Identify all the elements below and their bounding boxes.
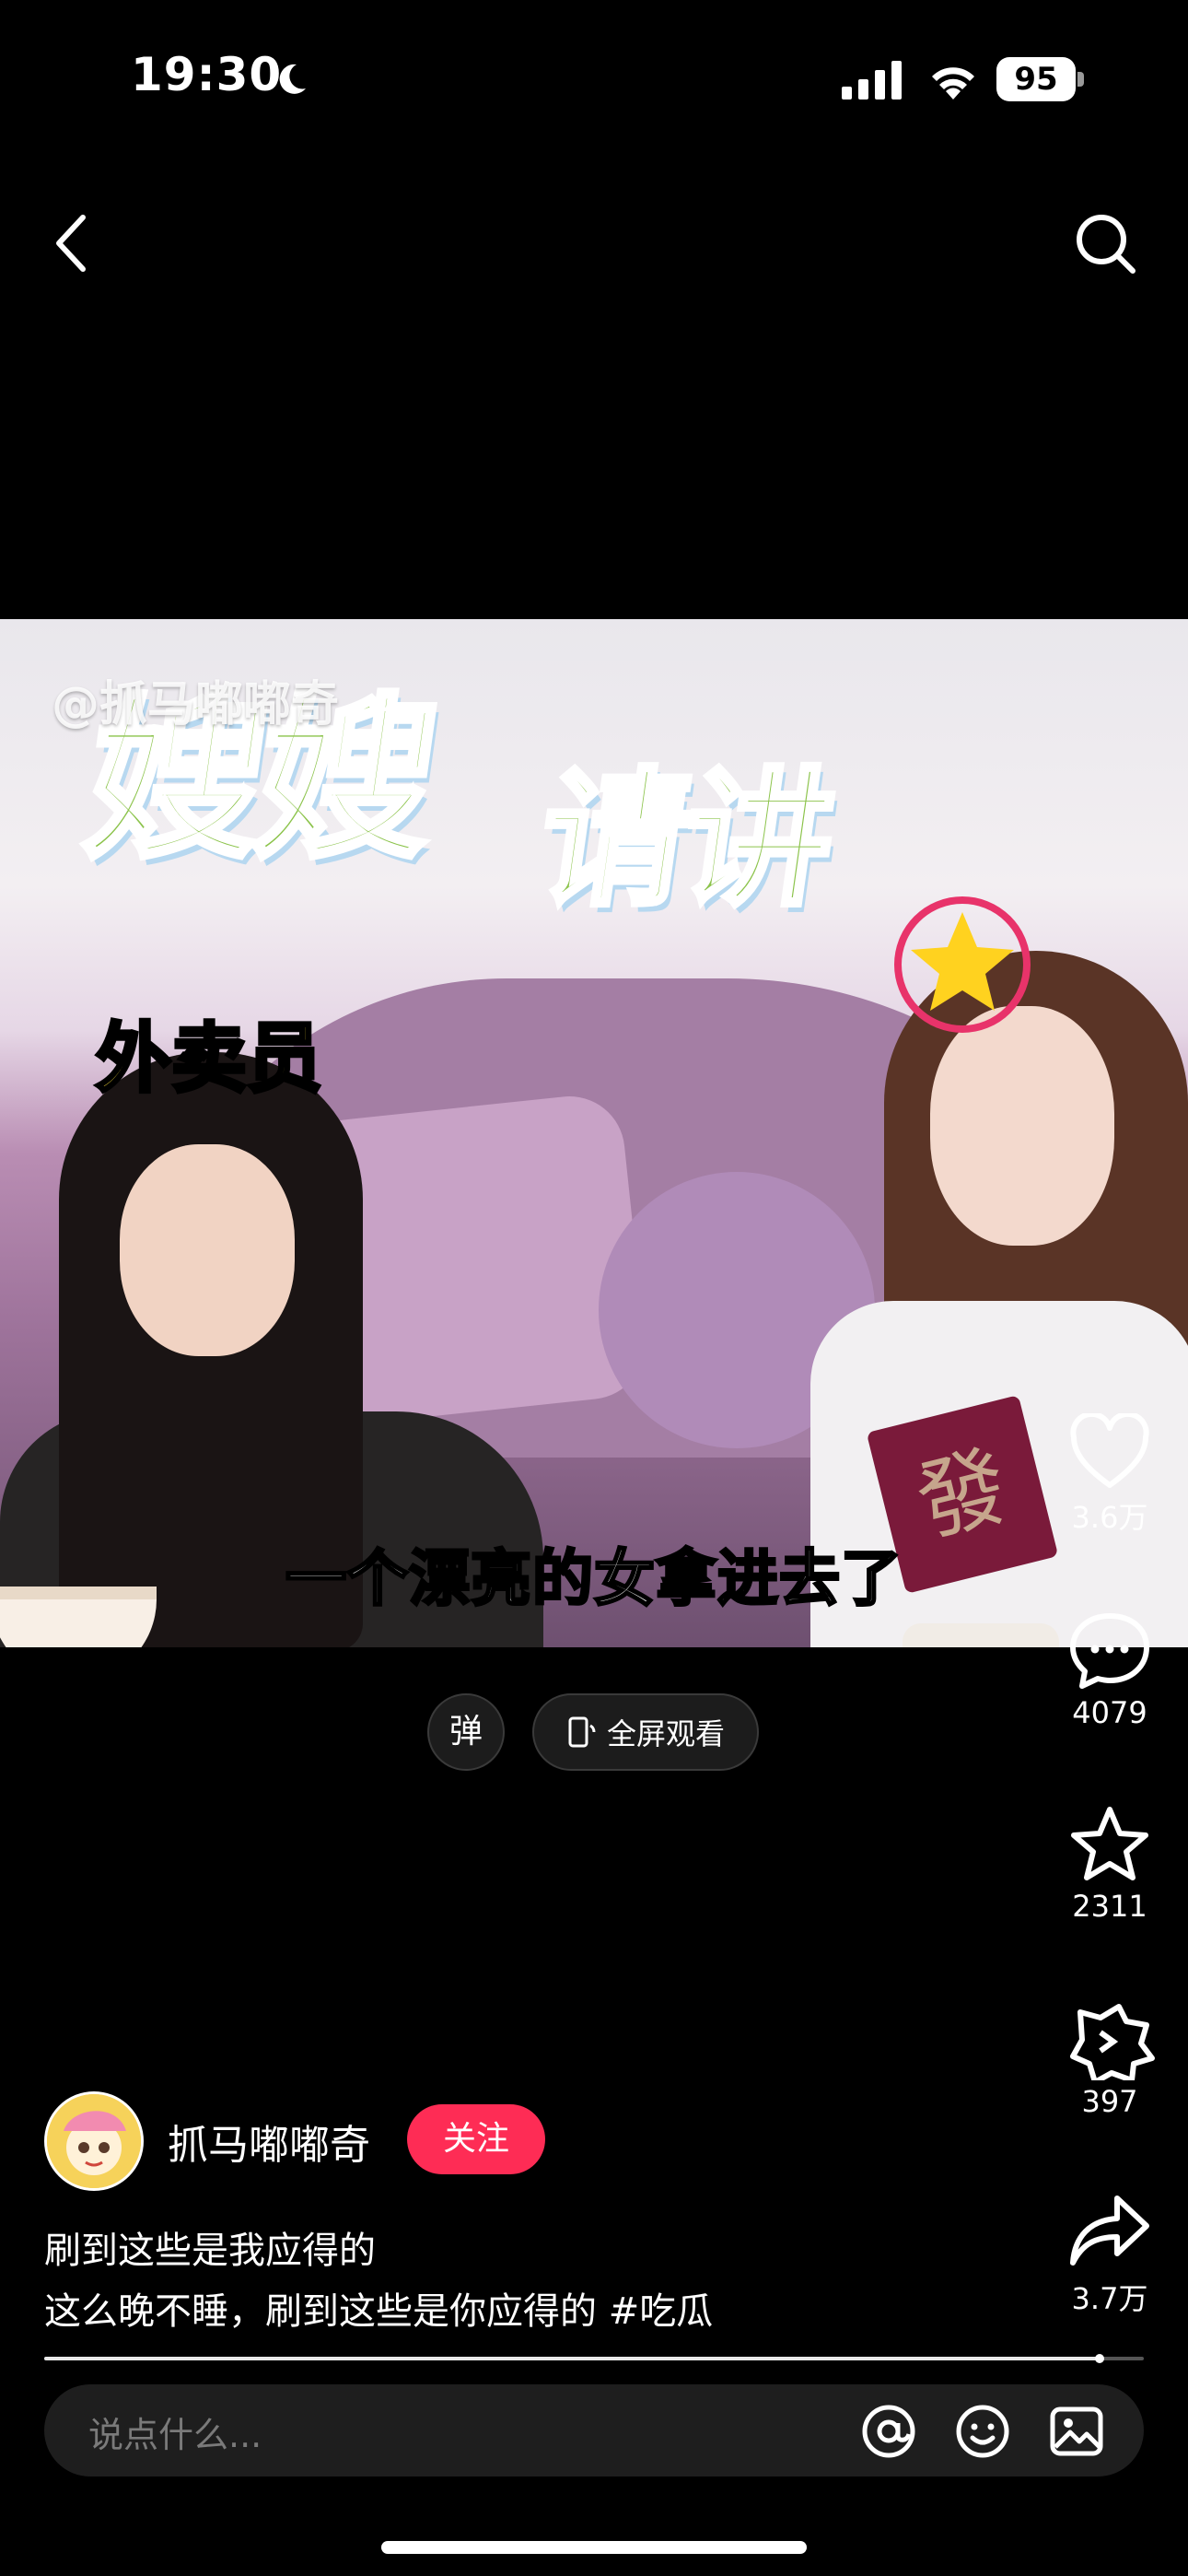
speaker-label: 外卖员 (94, 1013, 324, 1105)
at-mention-icon[interactable] (860, 2403, 917, 2460)
status-time: 19:30 (131, 48, 283, 101)
comment-button[interactable]: 4079 (1050, 1610, 1170, 1730)
emoji-icon[interactable] (954, 2403, 1011, 2460)
caption-text: 这么晚不睡，刷到这些是你应得的 (44, 2290, 609, 2333)
like-button[interactable]: 3.6万 (1050, 1413, 1170, 1537)
show-title-line2: 请讲 (527, 751, 844, 929)
hashtag-link[interactable]: #吃瓜 (609, 2290, 714, 2333)
cup (903, 1623, 1059, 1647)
progress-knob[interactable] (1095, 2354, 1105, 2363)
battery-indicator: 95 (996, 57, 1085, 101)
heart-icon (1070, 1413, 1149, 1488)
caption-line-1: 刷到这些是我应得的 (44, 2230, 376, 2272)
video-player[interactable]: 發 嫂嫂 请讲 @抓马嘟嘟奇 外卖员 一个漂亮的女拿进去了 (0, 619, 1188, 1647)
favorite-count: 2311 (1072, 1889, 1147, 1924)
like-count: 3.6万 (1071, 1500, 1148, 1535)
topic-button[interactable]: 397 (1050, 1999, 1170, 2119)
caption-line-2: 这么晚不睡，刷到这些是你应得的 #吃瓜 (44, 2281, 713, 2335)
comment-count: 4079 (1072, 1695, 1147, 1730)
share-count: 3.7万 (1071, 2281, 1148, 2316)
search-button[interactable] (1072, 210, 1138, 276)
star-icon (1071, 1807, 1148, 1880)
image-picker-icon[interactable] (1048, 2403, 1105, 2460)
home-indicator[interactable] (381, 2541, 807, 2554)
wifi-icon (932, 67, 974, 100)
star-decoration-icon (894, 896, 1031, 1033)
comment-input[interactable]: 说点什么... (88, 2406, 262, 2457)
follow-button[interactable]: 关注 (407, 2104, 545, 2174)
left-person-face (120, 1144, 295, 1356)
favorite-button[interactable]: 2311 (1050, 1804, 1170, 1924)
fullscreen-label: 全屏观看 (606, 1716, 725, 1751)
back-button[interactable] (46, 208, 98, 278)
comment-icon (1070, 1613, 1149, 1689)
video-watermark: @抓马嘟嘟奇 (52, 677, 340, 732)
fullscreen-button[interactable]: 全屏观看 (532, 1693, 759, 1771)
topic-count: 397 (1081, 2084, 1138, 2119)
avatar-cartoon-icon (47, 2094, 141, 2188)
right-person-face (930, 1006, 1114, 1246)
progress-fill (44, 2357, 1101, 2360)
battery-level: 95 (996, 57, 1076, 101)
moon-icon (279, 64, 306, 94)
rotate-screen-icon (568, 1716, 596, 1748)
video-subtitle: 一个漂亮的女拿进去了 (285, 1542, 903, 1616)
share-arrow-icon (1070, 2195, 1149, 2266)
author-avatar[interactable] (44, 2091, 144, 2191)
tag-sticker-icon (1070, 2004, 1155, 2080)
share-button[interactable]: 3.7万 (1050, 2191, 1170, 2318)
video-progress-bar[interactable] (44, 2354, 1144, 2363)
author-name[interactable]: 抓马嘟嘟奇 (168, 2112, 370, 2171)
cellular-signal-icon (842, 61, 902, 100)
danmu-toggle-button[interactable]: 弹 (427, 1693, 505, 1771)
